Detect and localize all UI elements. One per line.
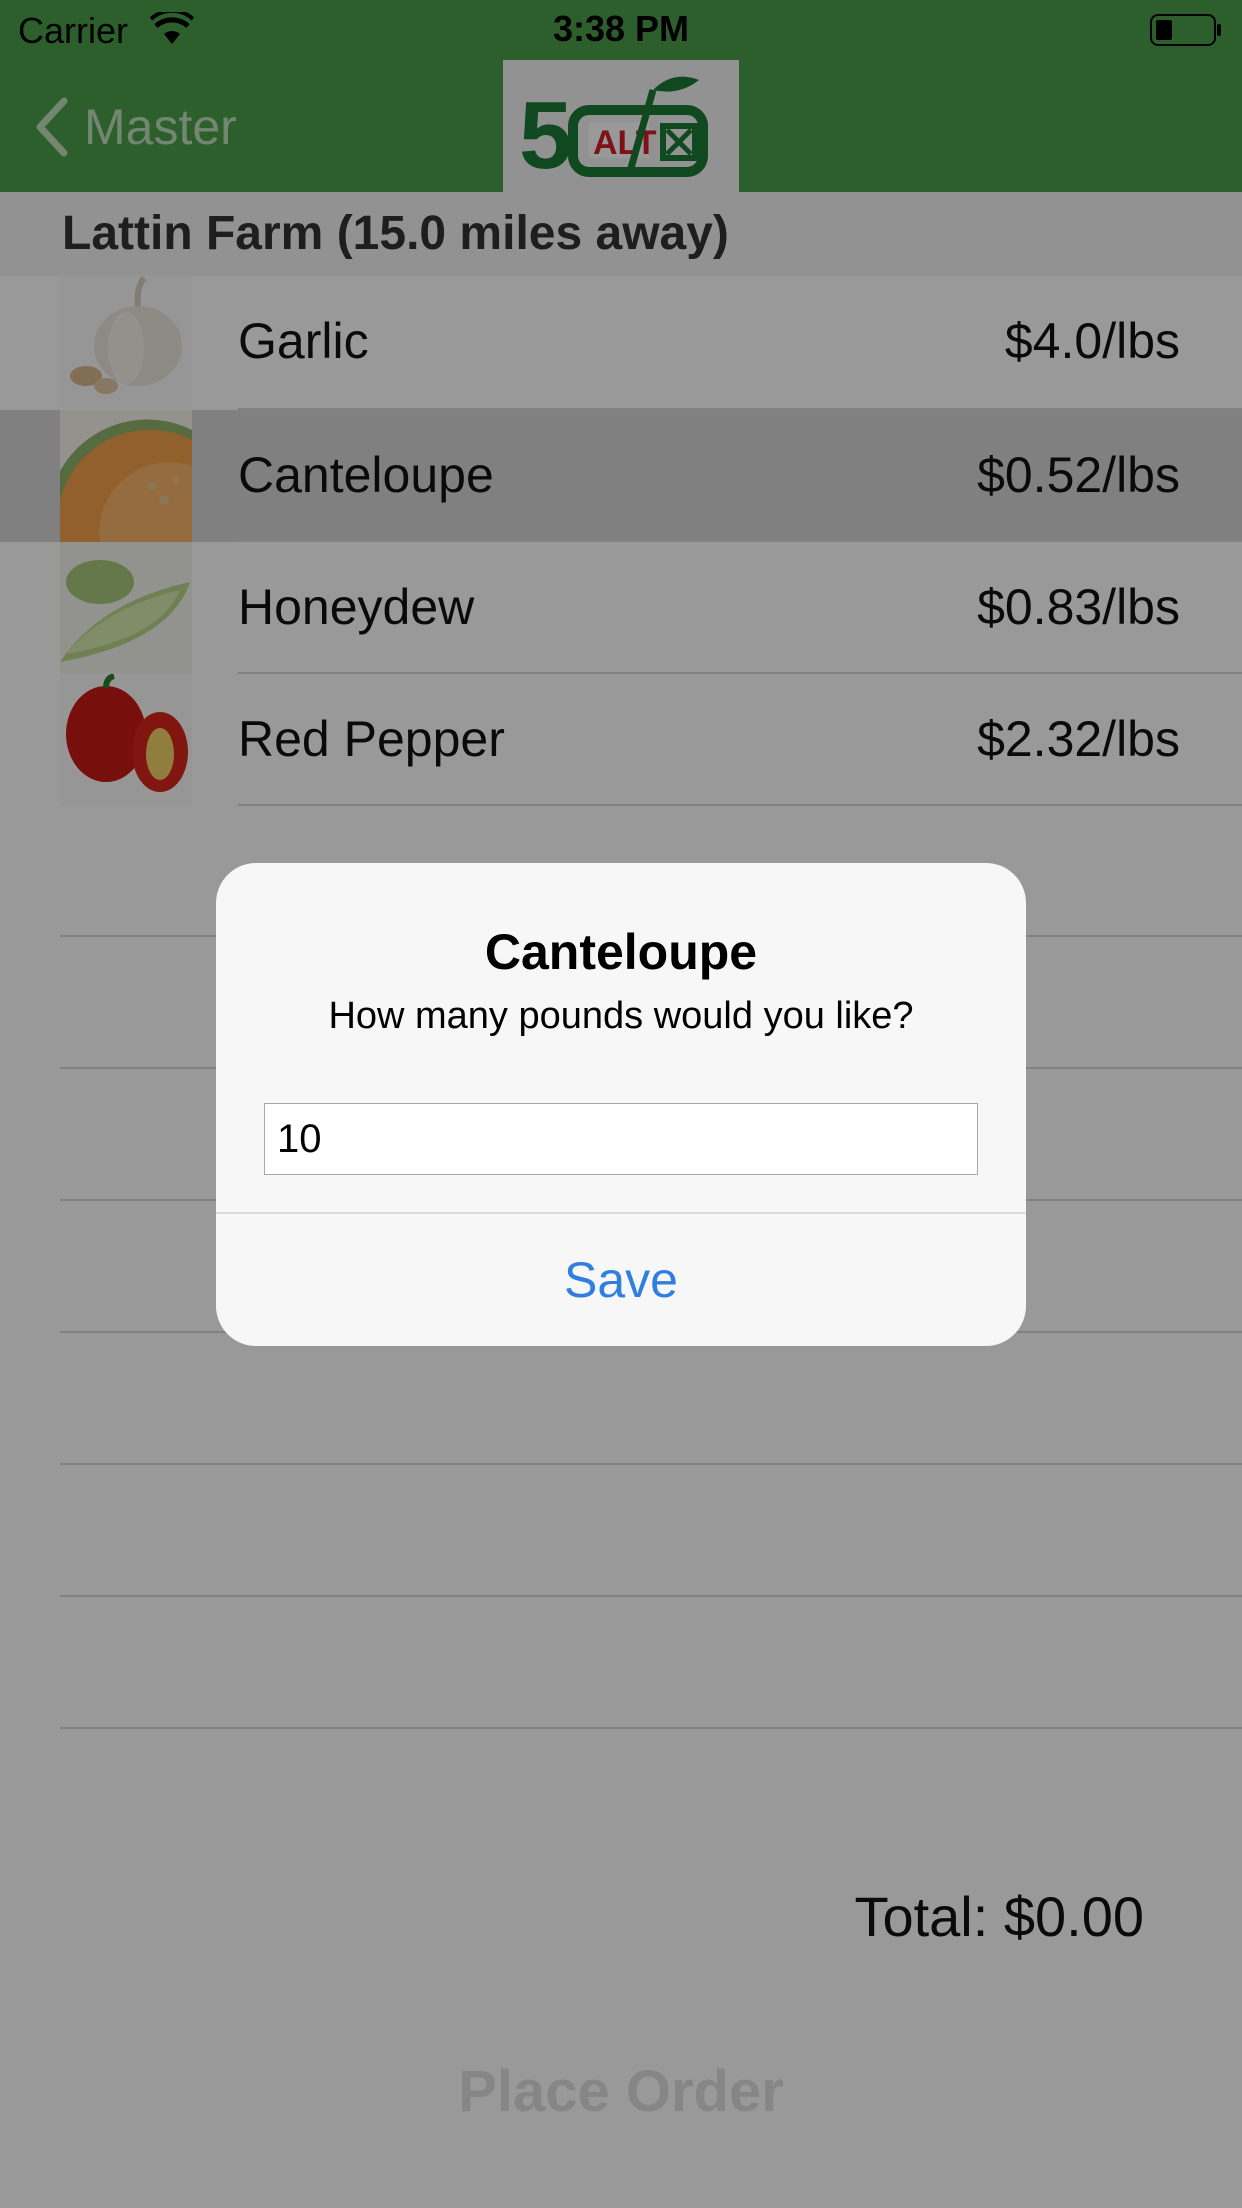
- alert-message: How many pounds would you like?: [328, 995, 914, 1037]
- quantity-alert-dialog: Canteloupe How many pounds would you lik…: [216, 863, 1026, 1346]
- save-button[interactable]: Save: [216, 1214, 1026, 1346]
- pounds-input[interactable]: 10: [264, 1103, 978, 1175]
- alert-title: Canteloupe: [484, 924, 758, 980]
